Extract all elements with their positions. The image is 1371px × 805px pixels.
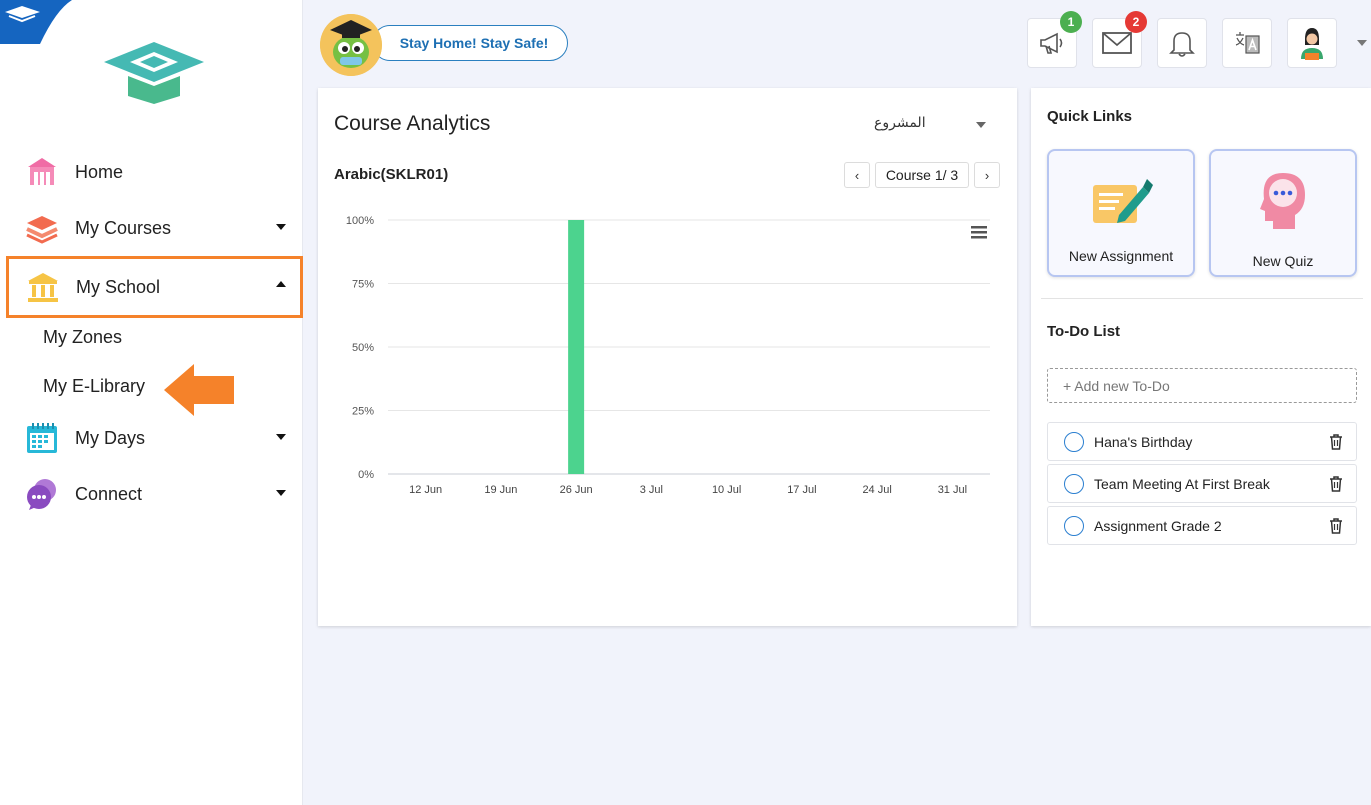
x-tick-label: 24 Jul bbox=[862, 484, 891, 496]
stay-home-banner[interactable]: Stay Home! Stay Safe! bbox=[372, 25, 568, 61]
notifications-button[interactable] bbox=[1157, 18, 1207, 68]
sidebar-item-connect[interactable]: Connect bbox=[8, 468, 300, 520]
course-pager-label: Course 1/ 3 bbox=[875, 162, 969, 188]
highlight-arrow-icon bbox=[164, 364, 234, 416]
app-corner-icon[interactable] bbox=[0, 0, 72, 44]
sidebar-item-label: My School bbox=[76, 276, 161, 297]
sidebar-item-label: Connect bbox=[75, 483, 143, 504]
home-school-icon bbox=[24, 154, 60, 190]
chevron-down-icon bbox=[976, 122, 986, 128]
translate-icon bbox=[1235, 32, 1260, 54]
trash-icon[interactable] bbox=[1328, 517, 1344, 535]
next-course-button[interactable]: › bbox=[974, 162, 1000, 188]
brand-logo bbox=[104, 42, 204, 104]
bell-icon bbox=[1169, 32, 1195, 57]
sidebar: Home My Courses My School My Zones My E-… bbox=[0, 0, 303, 805]
megaphone-icon bbox=[1040, 32, 1063, 54]
todo-item: Team Meeting At First Break bbox=[1047, 464, 1357, 503]
new-assignment-tile[interactable]: New Assignment bbox=[1047, 149, 1195, 277]
sidebar-item-label: My Days bbox=[75, 427, 146, 448]
announcements-button[interactable]: 1 bbox=[1027, 11, 1082, 68]
user-avatar-icon bbox=[1301, 28, 1323, 60]
x-tick-label: 3 Jul bbox=[640, 484, 663, 496]
chevron-down-icon[interactable] bbox=[276, 224, 286, 230]
todo-checkbox[interactable] bbox=[1064, 474, 1084, 494]
prev-course-button[interactable]: ‹ bbox=[844, 162, 870, 188]
quiz-head-icon bbox=[1260, 173, 1305, 229]
sidebar-item-my-days[interactable]: My Days bbox=[8, 412, 300, 464]
course-analytics-card: Course Analytics المشروع Arabic(SKLR01) … bbox=[318, 88, 1017, 626]
todo-text: Team Meeting At First Break bbox=[1094, 476, 1270, 492]
x-tick-label: 31 Jul bbox=[938, 484, 967, 496]
todo-item: Assignment Grade 2 bbox=[1047, 506, 1357, 545]
project-select-value: المشروع bbox=[874, 114, 926, 130]
envelope-icon bbox=[1102, 32, 1132, 54]
trash-icon[interactable] bbox=[1328, 433, 1344, 451]
profile-button[interactable] bbox=[1287, 18, 1337, 68]
y-tick-label: 50% bbox=[352, 342, 374, 354]
messages-button[interactable]: 2 bbox=[1092, 11, 1147, 68]
todo-item: Hana's Birthday bbox=[1047, 422, 1357, 461]
quick-links-card: Quick Links New Assignment New Quiz To-D… bbox=[1031, 88, 1371, 626]
todo-text: Assignment Grade 2 bbox=[1094, 518, 1222, 534]
quick-links-title: Quick Links bbox=[1047, 108, 1133, 125]
y-tick-label: 75% bbox=[352, 279, 374, 291]
school-building-icon bbox=[25, 269, 61, 305]
language-button[interactable] bbox=[1222, 18, 1272, 68]
profile-dropdown-icon[interactable] bbox=[1357, 40, 1367, 46]
chevron-down-icon[interactable] bbox=[276, 434, 286, 440]
announcements-count-badge: 1 bbox=[1060, 11, 1082, 33]
course-analytics-chart: 0% 25% 50% 75% 100% 12 Jun 19 Jun 26 Jun 3 Jul 10… bbox=[346, 215, 990, 496]
course-name: Arabic(SKLR01) bbox=[334, 166, 449, 183]
add-todo-input[interactable]: + Add new To-Do bbox=[1047, 368, 1357, 403]
trash-icon[interactable] bbox=[1328, 475, 1344, 493]
sidebar-item-home[interactable]: Home bbox=[8, 146, 300, 198]
y-tick-label: 25% bbox=[352, 406, 374, 418]
x-tick-label: 17 Jul bbox=[787, 484, 816, 496]
x-tick-label: 19 Jun bbox=[484, 484, 517, 496]
chat-bubbles-icon bbox=[24, 476, 60, 512]
chevron-up-icon[interactable] bbox=[276, 281, 286, 287]
sidebar-item-my-courses[interactable]: My Courses bbox=[8, 202, 300, 254]
quick-link-label: New Quiz bbox=[1252, 253, 1314, 269]
todo-text: Hana's Birthday bbox=[1094, 434, 1193, 450]
chart-bar bbox=[568, 220, 585, 474]
project-select[interactable]: المشروع bbox=[858, 114, 998, 138]
sidebar-item-label: Home bbox=[75, 161, 124, 182]
section-divider bbox=[1041, 298, 1363, 299]
y-tick-label: 100% bbox=[346, 215, 374, 227]
calendar-icon bbox=[24, 420, 60, 456]
sidebar-subitem-my-e-library[interactable]: My E-Library bbox=[43, 376, 145, 397]
sidebar-item-my-school[interactable]: My School bbox=[6, 256, 303, 318]
books-icon bbox=[24, 210, 60, 246]
y-tick-label: 0% bbox=[358, 469, 374, 481]
card-title: Course Analytics bbox=[334, 112, 491, 135]
assignment-pen-icon bbox=[1093, 179, 1153, 223]
chart-menu-icon[interactable] bbox=[971, 226, 987, 239]
todo-checkbox[interactable] bbox=[1064, 516, 1084, 536]
messages-count-badge: 2 bbox=[1125, 11, 1147, 33]
todo-checkbox[interactable] bbox=[1064, 432, 1084, 452]
x-tick-label: 10 Jul bbox=[712, 484, 741, 496]
quick-link-label: New Assignment bbox=[1068, 248, 1174, 264]
chevron-down-icon[interactable] bbox=[276, 490, 286, 496]
sidebar-item-label: My Courses bbox=[75, 217, 172, 238]
new-quiz-tile[interactable]: New Quiz bbox=[1209, 149, 1357, 277]
mascot-avatar bbox=[320, 14, 382, 76]
sidebar-subitem-my-zones[interactable]: My Zones bbox=[43, 327, 122, 348]
x-tick-label: 12 Jun bbox=[409, 484, 442, 496]
x-tick-label: 26 Jun bbox=[560, 484, 593, 496]
todo-title: To-Do List bbox=[1047, 323, 1121, 340]
